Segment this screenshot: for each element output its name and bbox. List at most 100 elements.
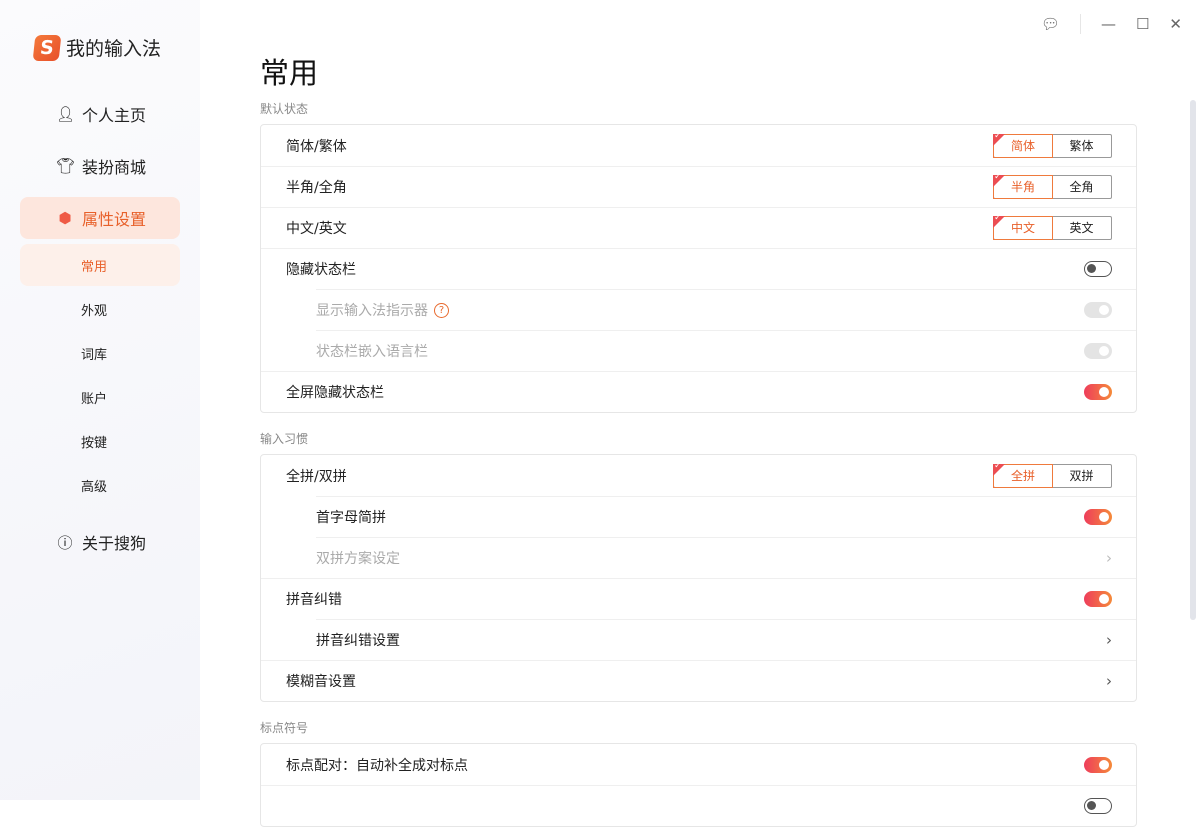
setting-label-text: 标点配对：自动补全成对标点 <box>286 757 468 774</box>
settings-card: 简体/繁体 简体繁体半角/全角 半角全角中文/英文 中文英文隐藏状态栏显示输入法指示器… <box>260 124 1137 413</box>
nav-settings[interactable]: ⬢ 属性设置 <box>20 197 180 239</box>
setting-label: 标点配对：自动补全成对标点 <box>286 755 468 775</box>
settings-card: 全拼/双拼 全拼双拼首字母简拼双拼方案设定 › 拼音纠错拼音纠错设置 › 模糊音设置 › <box>260 454 1137 702</box>
section-label: 输入习惯 <box>260 432 309 446</box>
segment-option[interactable]: 英文 <box>1052 217 1111 239</box>
setting-label-text: 简体/繁体 <box>286 138 347 155</box>
info-icon: ⓘ <box>57 533 73 552</box>
setting-row <box>261 785 1136 826</box>
setting-label-text: 双拼方案设定 <box>316 550 400 567</box>
segment-option[interactable]: 繁体 <box>1052 135 1111 157</box>
segment-option[interactable]: 中文 <box>993 213 1053 240</box>
segmented-control: 简体繁体 <box>993 131 1112 158</box>
setting-row: 全屏隐藏状态栏 <box>261 371 1136 412</box>
chevron-right-icon: › <box>1106 548 1112 567</box>
setting-label: 拼音纠错 <box>286 589 342 609</box>
setting-label-text: 全拼/双拼 <box>286 468 347 485</box>
segment-option[interactable]: 简体 <box>993 131 1053 158</box>
section-label: 默认状态 <box>260 102 309 116</box>
toggle-switch[interactable] <box>1084 590 1112 607</box>
setting-row: 隐藏状态栏 <box>261 248 1136 289</box>
setting-row[interactable]: 拼音纠错设置 › <box>261 619 1136 660</box>
segment-option[interactable]: 全拼 <box>993 461 1053 488</box>
subnav-item[interactable]: 常用 <box>20 244 180 286</box>
segment-option[interactable]: 半角 <box>993 172 1053 199</box>
subnav-item[interactable]: 按键 <box>20 420 180 462</box>
nav-about[interactable]: ⓘ 关于搜狗 <box>20 521 180 563</box>
setting-row: 全拼/双拼 全拼双拼 <box>261 455 1136 496</box>
setting-label-text: 全屏隐藏状态栏 <box>286 384 384 401</box>
subnav-item[interactable]: 高级 <box>20 464 180 506</box>
setting-label: 简体/繁体 <box>286 136 347 156</box>
nav-label: 关于搜狗 <box>82 534 147 553</box>
setting-row: 半角/全角 半角全角 <box>261 166 1136 207</box>
section-label: 标点符号 <box>260 721 309 735</box>
segment-option[interactable]: 全角 <box>1052 176 1111 198</box>
nav-store[interactable]: 👕︎ 装扮商城 <box>20 145 180 187</box>
setting-label: 中文/英文 <box>286 218 347 238</box>
window-controls: 💬︎ — ☐ ✕ <box>1041 14 1182 34</box>
setting-label: 双拼方案设定 <box>316 548 400 568</box>
setting-label-text: 首字母简拼 <box>316 509 386 526</box>
setting-row: 首字母简拼 <box>261 496 1136 537</box>
setting-label: 隐藏状态栏 <box>286 259 356 279</box>
minimize-button[interactable]: — <box>1101 15 1116 33</box>
settings-hex-icon: ⬢ <box>58 209 72 227</box>
nav-label: 装扮商城 <box>82 158 147 177</box>
setting-label-text: 隐藏状态栏 <box>286 261 356 278</box>
nav-label: 属性设置 <box>82 210 147 229</box>
setting-label-text: 半角/全角 <box>286 179 347 196</box>
setting-label: 全拼/双拼 <box>286 466 347 486</box>
toggle-switch <box>1084 342 1112 359</box>
scrollbar[interactable] <box>1190 100 1196 620</box>
segmented-control: 全拼双拼 <box>993 461 1112 488</box>
chevron-right-icon: › <box>1106 671 1112 690</box>
help-icon[interactable]: ? <box>434 303 449 318</box>
subnav-item[interactable]: 外观 <box>20 288 180 330</box>
toggle-switch[interactable] <box>1084 508 1112 525</box>
maximize-button[interactable]: ☐ <box>1136 15 1149 33</box>
subnav-item[interactable]: 词库 <box>20 332 180 374</box>
toggle-switch[interactable] <box>1084 756 1112 773</box>
feedback-icon[interactable]: 💬︎ <box>1041 15 1060 33</box>
page-title: 常用 <box>260 56 319 90</box>
setting-label-text: 拼音纠错设置 <box>316 632 400 649</box>
setting-label: 拼音纠错设置 <box>316 630 400 650</box>
sidebar: S 我的输入法 👤︎ 个人主页 👕︎ 装扮商城 ⬢ 属性设置 常用 外观 词库 账户 按键 高级… <box>0 0 200 800</box>
segment-option[interactable]: 双拼 <box>1052 465 1111 487</box>
setting-label-text: 中文/英文 <box>286 220 347 237</box>
nav-profile[interactable]: 👤︎ 个人主页 <box>20 93 180 135</box>
toggle-switch[interactable] <box>1084 260 1112 277</box>
setting-row: 状态栏嵌入语言栏 <box>261 330 1136 371</box>
settings-card: 标点配对：自动补全成对标点 <box>260 743 1137 827</box>
setting-label-text: 状态栏嵌入语言栏 <box>316 343 428 360</box>
setting-label-text: 拼音纠错 <box>286 591 342 608</box>
setting-label: 模糊音设置 <box>286 671 356 691</box>
subnav-item[interactable]: 账户 <box>20 376 180 418</box>
segmented-control: 半角全角 <box>993 172 1112 199</box>
setting-row: 中文/英文 中文英文 <box>261 207 1136 248</box>
setting-label: 状态栏嵌入语言栏 <box>316 341 428 361</box>
toggle-switch[interactable] <box>1084 383 1112 400</box>
setting-row: 显示输入法指示器? <box>261 289 1136 330</box>
app-title: 我的输入法 <box>66 38 162 60</box>
sogou-logo-icon: S <box>32 34 62 61</box>
setting-row: 双拼方案设定 › <box>261 537 1136 578</box>
setting-label: 首字母简拼 <box>316 507 386 527</box>
segmented-control: 中文英文 <box>993 213 1112 240</box>
setting-row: 简体/繁体 简体繁体 <box>261 125 1136 166</box>
setting-label-text: 模糊音设置 <box>286 673 356 690</box>
toggle-switch <box>1084 301 1112 318</box>
nav-label: 个人主页 <box>82 106 147 125</box>
divider <box>1079 14 1081 34</box>
setting-row: 标点配对：自动补全成对标点 <box>261 744 1136 785</box>
setting-row[interactable]: 模糊音设置 › <box>261 660 1136 701</box>
app-logo: S 我的输入法 <box>32 34 162 61</box>
close-button[interactable]: ✕ <box>1169 15 1182 33</box>
setting-label-text: 显示输入法指示器 <box>316 302 428 319</box>
shirt-icon: 👕︎ <box>56 157 76 175</box>
setting-label: 显示输入法指示器? <box>316 300 449 320</box>
chevron-right-icon: › <box>1106 630 1112 649</box>
setting-label: 半角/全角 <box>286 177 347 197</box>
user-icon: 👤︎ <box>56 105 76 123</box>
